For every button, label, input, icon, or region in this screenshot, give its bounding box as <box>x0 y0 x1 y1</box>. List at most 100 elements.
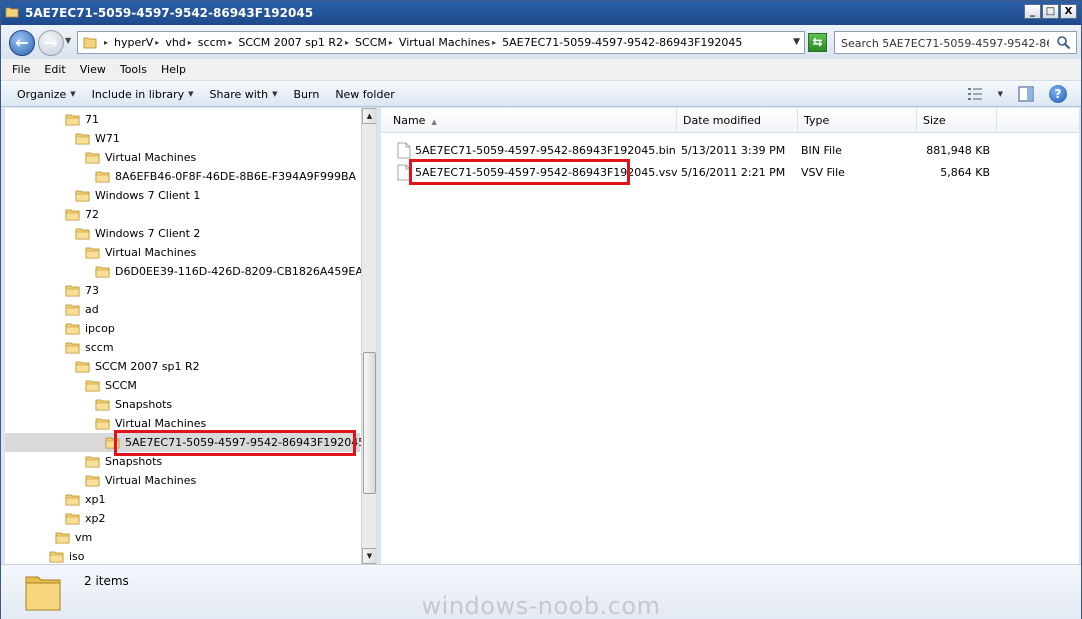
breadcrumb-item[interactable]: vhd <box>165 36 185 49</box>
tree-item-label: Virtual Machines <box>105 474 197 487</box>
recent-pages-chevron-icon[interactable]: ▼ <box>65 36 71 45</box>
navigation-pane: 71 W71 Virtual Machines 8A6EFB46-0F8F-46DE-… <box>5 108 377 564</box>
back-button[interactable]: ← <box>9 30 35 56</box>
breadcrumb-item[interactable]: SCCM 2007 sp1 R2 <box>238 36 343 49</box>
tree-item[interactable]: Virtual Machines <box>5 471 360 490</box>
tree-item[interactable]: Windows 7 Client 1 <box>5 186 360 205</box>
share-with-label: Share with <box>209 87 269 101</box>
folder-icon <box>65 342 80 354</box>
close-button[interactable]: X <box>1060 4 1077 19</box>
menu-item[interactable]: Edit <box>37 59 72 80</box>
refresh-button[interactable]: ⇆ <box>808 33 827 52</box>
breadcrumb-chevron-icon[interactable]: ▸ <box>492 38 496 47</box>
menu-item[interactable]: Tools <box>113 59 154 80</box>
scroll-thumb[interactable] <box>363 352 376 494</box>
tree-item-label: D6D0EE39-116D-426D-8209-CB1826A459EA <box>115 265 363 278</box>
tree-item[interactable]: SCCM <box>5 376 360 395</box>
search-icon[interactable] <box>1056 35 1071 50</box>
view-options-icon[interactable] <box>966 85 984 103</box>
share-with-button[interactable]: Share with ▼ <box>202 88 286 101</box>
navigation-scrollbar[interactable]: ▲ ▼ <box>361 108 376 564</box>
tree-item[interactable]: Snapshots <box>5 395 360 414</box>
breadcrumb-item[interactable]: 5AE7EC71-5059-4597-9542-86943F192045 <box>502 36 742 49</box>
organize-button[interactable]: Organize ▼ <box>9 88 84 101</box>
view-dropdown-icon[interactable]: ▼ <box>998 90 1003 98</box>
forward-arrow-icon: → <box>44 33 58 52</box>
menu-item[interactable]: View <box>73 59 113 80</box>
folder-icon <box>95 266 110 278</box>
new-folder-label: New folder <box>335 87 395 101</box>
burn-label: Burn <box>293 87 320 101</box>
address-bar[interactable]: ▸ hyperV ▸ vhd ▸ sccm ▸ SCCM 2007 sp1 R2 ▸ SCCM ▸… <box>77 31 805 54</box>
tree-item[interactable]: SCCM 2007 sp1 R2 <box>5 357 360 376</box>
menu-item[interactable]: File <box>5 59 37 80</box>
breadcrumb-item[interactable]: Virtual Machines <box>399 36 490 49</box>
file-size: 881,948 KB <box>926 144 990 157</box>
title-bar[interactable]: 5AE7EC71-5059-4597-9542-86943F192045 _ □… <box>1 1 1081 25</box>
breadcrumb: ▸ hyperV ▸ vhd ▸ sccm ▸ SCCM 2007 sp1 R2 ▸ SCCM ▸… <box>104 32 742 53</box>
window-title: 5AE7EC71-5059-4597-9542-86943F192045 <box>25 6 314 20</box>
column-type[interactable]: Type <box>798 108 917 133</box>
tree-item-label: 71 <box>85 113 99 126</box>
breadcrumb-chevron-icon[interactable]: ▸ <box>104 38 108 47</box>
folder-icon <box>75 133 90 145</box>
scroll-up-icon[interactable]: ▲ <box>362 108 376 124</box>
breadcrumb-chevron-icon[interactable]: ▸ <box>228 38 232 47</box>
tree-item[interactable]: xp2 <box>5 509 360 528</box>
dropdown-arrow-icon: ▼ <box>70 90 76 98</box>
breadcrumb-chevron-icon[interactable]: ▸ <box>155 38 159 47</box>
tree-item[interactable]: vm <box>5 528 360 547</box>
tree-item[interactable]: ipcop <box>5 319 360 338</box>
breadcrumb-chevron-icon[interactable]: ▸ <box>188 38 192 47</box>
tree-item[interactable]: D6D0EE39-116D-426D-8209-CB1826A459EA <box>5 262 363 281</box>
tree-item-label: W71 <box>95 132 120 145</box>
column-date-modified[interactable]: Date modified <box>677 108 798 133</box>
file-date: 5/16/2011 2:21 PM <box>681 166 786 179</box>
new-folder-button[interactable]: New folder <box>327 88 402 101</box>
folder-icon <box>65 513 80 525</box>
tree-item[interactable]: 8A6EFB46-0F8F-46DE-8B6E-F394A9F999BA <box>5 167 360 186</box>
folder-icon <box>49 551 64 563</box>
tree-item[interactable]: xp1 <box>5 490 360 509</box>
column-size[interactable]: Size <box>917 108 997 133</box>
file-date: 5/13/2011 3:39 PM <box>681 144 786 157</box>
column-name-label: Name <box>393 114 426 127</box>
tree-item-label: xp1 <box>85 493 106 506</box>
tree-item[interactable]: 71 <box>5 110 360 129</box>
column-name[interactable]: Name ▲ <box>381 108 677 133</box>
search-input[interactable]: Search 5AE7EC71-5059-4597-9542-86... <box>834 31 1077 54</box>
help-icon[interactable]: ? <box>1049 85 1067 103</box>
file-highlight-box <box>409 159 630 185</box>
tree-item[interactable]: iso <box>5 547 360 564</box>
breadcrumb-item[interactable]: sccm <box>198 36 227 49</box>
tree-item-label: SCCM <box>105 379 137 392</box>
tree-item[interactable]: sccm <box>5 338 360 357</box>
include-in-library-button[interactable]: Include in library ▼ <box>84 88 202 101</box>
address-dropdown-icon[interactable]: ▼ <box>793 37 800 47</box>
maximize-button[interactable]: □ <box>1042 4 1059 19</box>
preview-pane-icon[interactable] <box>1017 85 1035 103</box>
breadcrumb-chevron-icon[interactable]: ▸ <box>345 38 349 47</box>
forward-button[interactable]: → <box>38 30 64 56</box>
minimize-button[interactable]: _ <box>1024 4 1041 19</box>
scroll-down-icon[interactable]: ▼ <box>362 548 376 564</box>
breadcrumb-item[interactable]: SCCM <box>355 36 387 49</box>
breadcrumb-item[interactable]: hyperV <box>114 36 153 49</box>
watermark-text: windows-noob.com <box>421 592 661 619</box>
explorer-window: 5AE7EC71-5059-4597-9542-86943F192045 _ □… <box>0 0 1082 619</box>
tree-item[interactable]: ad <box>5 300 360 319</box>
tree-item[interactable]: Virtual Machines <box>5 243 360 262</box>
tree-item[interactable]: 73 <box>5 281 360 300</box>
file-row[interactable]: 5AE7EC71-5059-4597-9542-86943F192045.bin… <box>381 139 1079 161</box>
folder-icon <box>65 323 80 335</box>
tree-item[interactable]: W71 <box>5 129 360 148</box>
menu-bar: File Edit View Tools Help <box>1 59 1081 81</box>
file-type: VSV File <box>801 166 845 179</box>
tree-item[interactable]: Windows 7 Client 2 <box>5 224 360 243</box>
tree-item[interactable]: Virtual Machines <box>5 148 360 167</box>
tree-item[interactable]: 72 <box>5 205 360 224</box>
folder-icon <box>65 209 80 221</box>
breadcrumb-chevron-icon[interactable]: ▸ <box>389 38 393 47</box>
burn-button[interactable]: Burn <box>285 88 327 101</box>
menu-item[interactable]: Help <box>154 59 193 80</box>
